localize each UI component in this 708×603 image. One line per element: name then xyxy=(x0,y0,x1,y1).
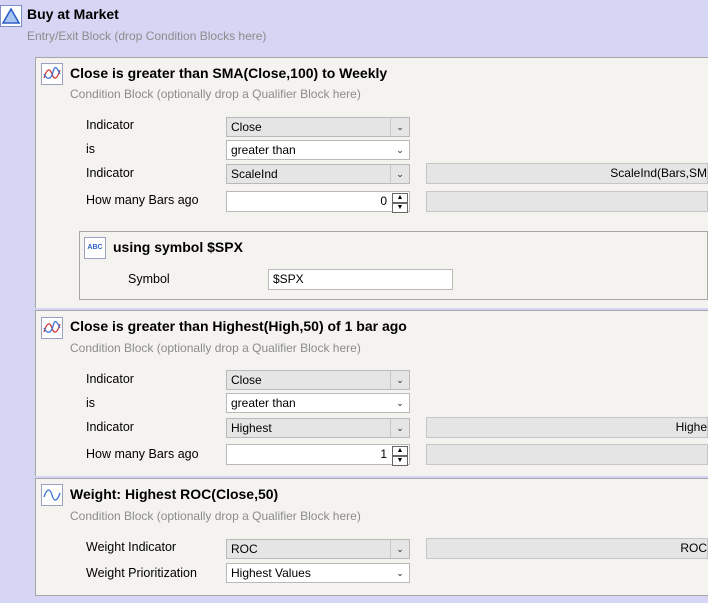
indicator2-value: Highest xyxy=(231,421,272,435)
symbol-label: Symbol xyxy=(128,272,170,286)
chevron-down-icon[interactable]: ⌄ xyxy=(390,118,409,136)
indicator2-label: Indicator xyxy=(86,420,134,434)
condition-1-title: Close is greater than SMA(Close,100) to … xyxy=(70,65,388,81)
bars-ago-label: How many Bars ago xyxy=(86,193,199,207)
chart-lines-icon xyxy=(41,317,63,339)
chevron-down-icon[interactable]: ⌄ xyxy=(390,165,409,183)
indicator1-select[interactable]: Close ⌄ xyxy=(226,370,410,390)
bars-ago-value: 1 xyxy=(380,447,387,461)
weight-indicator-label: Weight Indicator xyxy=(86,540,177,554)
symbol-input[interactable]: $SPX xyxy=(268,269,453,290)
comparison-value: greater than xyxy=(231,396,296,410)
indicator1-value: Close xyxy=(231,120,262,134)
indicator2-label: Indicator xyxy=(86,166,134,180)
entry-block-subtitle: Entry/Exit Block (drop Condition Blocks … xyxy=(27,29,267,43)
weight-indicator-params-field[interactable]: ROC xyxy=(426,538,708,559)
chevron-down-icon[interactable]: ⌄ xyxy=(390,540,409,558)
weight-title: Weight: Highest ROC(Close,50) xyxy=(70,486,279,502)
condition-2-subtitle: Condition Block (optionally drop a Quali… xyxy=(70,341,361,355)
bars-ago-label: How many Bars ago xyxy=(86,447,199,461)
bars-ago-stepper[interactable]: 0 ▲ ▼ xyxy=(226,191,410,213)
indicator2-select[interactable]: ScaleInd ⌄ xyxy=(226,164,410,184)
is-label: is xyxy=(86,396,96,410)
chevron-down-icon[interactable]: ⌄ xyxy=(391,394,409,412)
bars-ago-value: 0 xyxy=(380,194,387,208)
indicator2-params-field[interactable]: Highe xyxy=(426,417,708,438)
indicator1-select[interactable]: Close ⌄ xyxy=(226,117,410,137)
chevron-down-icon[interactable]: ⌄ xyxy=(391,141,409,159)
indicator1-label: Indicator xyxy=(86,118,134,132)
indicator1-label: Indicator xyxy=(86,372,134,386)
bars-ago-extra-field xyxy=(426,191,708,212)
spin-updown-icon[interactable]: ▲ ▼ xyxy=(392,193,408,213)
entry-block-title: Buy at Market xyxy=(27,6,119,22)
bars-ago-extra-field xyxy=(426,444,708,465)
spin-updown-icon[interactable]: ▲ ▼ xyxy=(392,446,408,466)
weight-prior-label: Weight Prioritization xyxy=(86,566,197,580)
comparison-value: greater than xyxy=(231,143,296,157)
weight-prior-select[interactable]: Highest Values ⌄ xyxy=(226,563,410,583)
weight-subtitle: Condition Block (optionally drop a Quali… xyxy=(70,509,361,523)
entry-block-icon xyxy=(0,5,22,27)
weight-indicator-value: ROC xyxy=(231,542,258,556)
comparison-select[interactable]: greater than ⌄ xyxy=(226,140,410,160)
chevron-down-icon[interactable]: ⌄ xyxy=(390,371,409,389)
indicator2-select[interactable]: Highest ⌄ xyxy=(226,418,410,438)
is-label: is xyxy=(86,142,96,156)
weight-indicator-select[interactable]: ROC ⌄ xyxy=(226,539,410,559)
comparison-select[interactable]: greater than ⌄ xyxy=(226,393,410,413)
condition-1-subtitle: Condition Block (optionally drop a Quali… xyxy=(70,87,361,101)
abc-icon: ABC xyxy=(84,237,106,259)
condition-2-title: Close is greater than Highest(High,50) o… xyxy=(70,318,407,334)
indicator2-params-field[interactable]: ScaleInd(Bars,SM xyxy=(426,163,708,184)
abc-icon-text: ABC xyxy=(87,244,103,251)
qualifier-title: using symbol $SPX xyxy=(113,239,243,255)
indicator2-value: ScaleInd xyxy=(231,167,278,181)
bars-ago-stepper[interactable]: 1 ▲ ▼ xyxy=(226,444,410,466)
chevron-down-icon[interactable]: ⌄ xyxy=(390,419,409,437)
indicator1-value: Close xyxy=(231,373,262,387)
chevron-down-icon[interactable]: ⌄ xyxy=(391,564,409,582)
weight-prior-value: Highest Values xyxy=(231,566,311,580)
chart-lines-icon xyxy=(41,63,63,85)
wave-icon xyxy=(41,484,63,506)
